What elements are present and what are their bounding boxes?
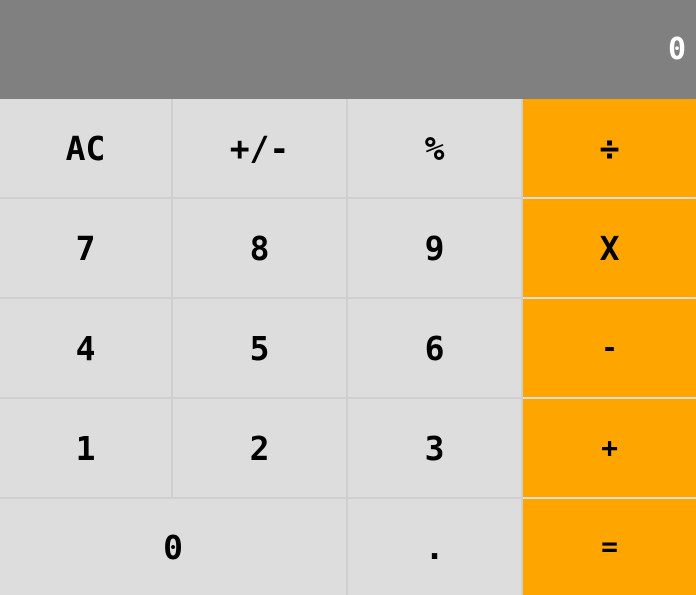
- digit-4-button[interactable]: 4: [0, 299, 173, 399]
- calculator-keypad: AC +/- % ÷ 7 8 9 X 4 5 6 - 1 2 3 + 0 . =: [0, 99, 696, 595]
- digit-2-button[interactable]: 2: [173, 399, 348, 499]
- decimal-button[interactable]: .: [348, 499, 523, 595]
- digit-7-button[interactable]: 7: [0, 199, 173, 299]
- calculator-display: 0: [0, 0, 696, 99]
- equals-button[interactable]: =: [523, 499, 696, 595]
- clear-button[interactable]: AC: [0, 99, 173, 199]
- digit-9-button[interactable]: 9: [348, 199, 523, 299]
- multiply-button[interactable]: X: [523, 199, 696, 299]
- digit-1-button[interactable]: 1: [0, 399, 173, 499]
- digit-5-button[interactable]: 5: [173, 299, 348, 399]
- calculator-window: 0 AC +/- % ÷ 7 8 9 X 4 5 6 - 1 2 3 + 0 .…: [0, 0, 696, 595]
- percent-button[interactable]: %: [348, 99, 523, 199]
- digit-6-button[interactable]: 6: [348, 299, 523, 399]
- add-button[interactable]: +: [523, 399, 696, 499]
- digit-3-button[interactable]: 3: [348, 399, 523, 499]
- divide-button[interactable]: ÷: [523, 99, 696, 199]
- subtract-button[interactable]: -: [523, 299, 696, 399]
- display-value: 0: [667, 31, 686, 67]
- digit-8-button[interactable]: 8: [173, 199, 348, 299]
- digit-0-button[interactable]: 0: [0, 499, 348, 595]
- sign-toggle-button[interactable]: +/-: [173, 99, 348, 199]
